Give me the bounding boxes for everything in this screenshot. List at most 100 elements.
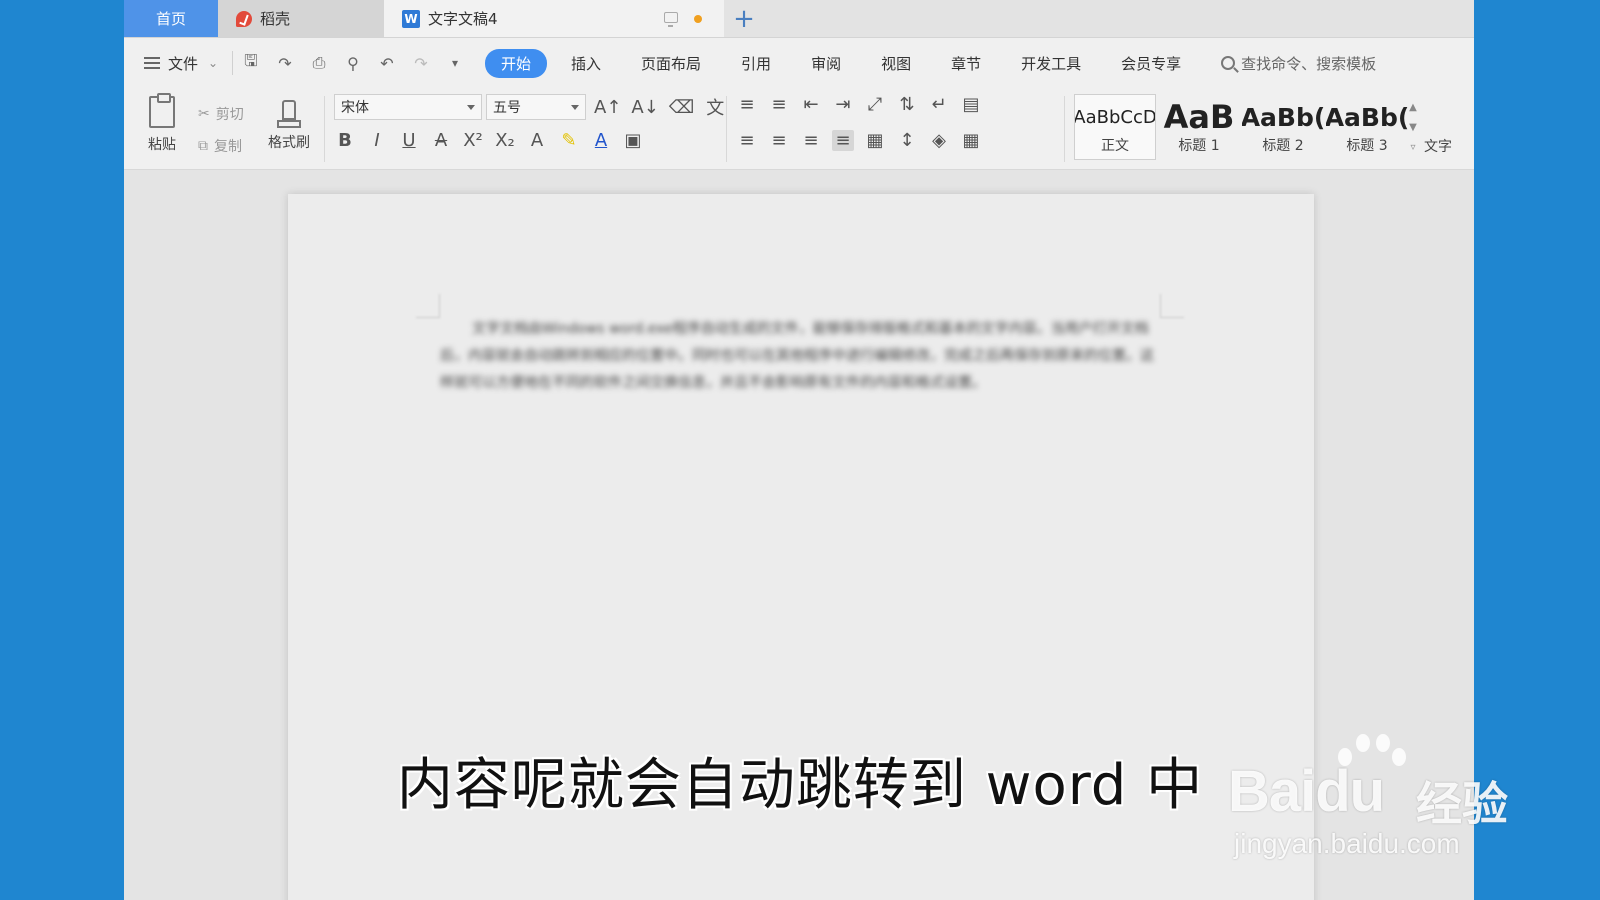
search-placeholder: 查找命令、搜索模板 — [1241, 54, 1377, 73]
command-search[interactable]: 查找命令、搜索模板 — [1221, 53, 1376, 74]
cut-label: 剪切 — [215, 107, 244, 123]
new-tab-button[interactable]: + — [724, 0, 764, 37]
menu-bar: 文件 ⌄ 🖫 ↷ ⎙ ⚲ ↶ ↷ ▾ 开始 插入 页面布局 引用 审阅 视图 章… — [124, 38, 1474, 88]
show-marks-icon[interactable]: ↵ — [928, 94, 950, 115]
chevron-down-icon[interactable]: ▼ — [1406, 118, 1420, 138]
expand-icon[interactable]: ▿ — [1406, 138, 1420, 158]
hamburger-icon — [144, 57, 160, 69]
styles-gallery: AaBbCcD 正文 AaB 标题 1 AaBb( 标题 2 AaBb( 标题 … — [1074, 94, 1408, 160]
print-icon[interactable]: ⎙ — [309, 53, 329, 73]
copy-label: 复制 — [214, 139, 242, 155]
save-icon[interactable]: 🖫 — [241, 50, 261, 77]
increase-font-icon[interactable]: A↑ — [594, 97, 621, 118]
tab-references[interactable]: 引用 — [725, 49, 787, 78]
clear-format-icon[interactable]: ⌫ — [669, 97, 694, 118]
shading-icon[interactable]: ◈ — [928, 130, 950, 151]
tab-review[interactable]: 审阅 — [795, 49, 857, 78]
watermark-logo: Baidu — [1228, 759, 1385, 824]
file-menu-button[interactable]: 文件 ⌄ — [124, 53, 232, 74]
daoke-icon — [236, 10, 252, 27]
styles-scroll[interactable]: ▲ ▼ ▿ — [1406, 98, 1420, 158]
tab-document-label: 文字文稿4 — [428, 10, 498, 28]
undo-icon[interactable]: ↶ — [377, 54, 397, 73]
format-painter-icon-base — [277, 120, 301, 128]
scissors-icon: ✂ — [198, 106, 210, 122]
justify-icon[interactable]: ≡ — [832, 130, 854, 151]
tab-page-layout[interactable]: 页面布局 — [625, 49, 717, 78]
text-effect-icon[interactable]: A — [526, 130, 548, 151]
increase-indent-icon[interactable]: ⇥ — [832, 94, 854, 115]
italic-icon[interactable]: I — [366, 130, 388, 151]
paste-label: 粘贴 — [148, 137, 176, 153]
format-painter-button[interactable]: 格式刷 — [264, 96, 314, 152]
sort-icon[interactable]: ⇅ — [896, 94, 918, 115]
monitor-icon[interactable] — [664, 12, 678, 27]
divider — [324, 96, 325, 162]
tab-home-label: 首页 — [155, 10, 186, 28]
align-left-icon[interactable]: ≡ — [736, 130, 758, 151]
superscript-icon[interactable]: X² — [462, 130, 484, 151]
font-color-icon[interactable]: A — [590, 130, 612, 151]
phonetic-guide-icon[interactable]: 文 — [704, 94, 726, 120]
format-painter-icon — [282, 100, 296, 120]
export-icon[interactable]: ↷ — [275, 54, 295, 73]
align-center-icon[interactable]: ≡ — [768, 130, 790, 151]
distributed-icon[interactable]: ▦ — [864, 130, 886, 151]
style-heading-2[interactable]: AaBb( 标题 2 — [1242, 94, 1324, 160]
style-heading-3[interactable]: AaBb( 标题 3 — [1326, 94, 1408, 160]
format-painter-label: 格式刷 — [268, 135, 310, 151]
style-normal[interactable]: AaBbCcD 正文 — [1074, 94, 1156, 160]
borders-icon[interactable]: ▦ — [960, 130, 982, 151]
baidu-jingyan-watermark: Baidu 经验 jingyan.baidu.com — [1228, 728, 1518, 878]
cut-copy-group: ✂ 剪切 ⧉ 复制 — [198, 98, 244, 162]
cut-button[interactable]: ✂ 剪切 — [198, 98, 244, 130]
unsaved-dot-icon — [694, 15, 702, 23]
copy-button[interactable]: ⧉ 复制 — [198, 130, 244, 162]
table-icon[interactable]: ▤ — [960, 94, 982, 115]
divider — [1064, 96, 1065, 162]
font-size-select[interactable]: 五号 — [486, 94, 586, 120]
style-preview: AaBb( — [1326, 102, 1408, 132]
tab-daoke[interactable]: 稻壳 — [218, 0, 384, 37]
style-heading-1[interactable]: AaB 标题 1 — [1158, 94, 1240, 160]
font-size-value: 五号 — [493, 100, 521, 116]
align-right-icon[interactable]: ≡ — [800, 130, 822, 151]
tab-insert[interactable]: 插入 — [555, 49, 617, 78]
customize-icon[interactable]: ▾ — [445, 56, 465, 70]
style-name: 标题 3 — [1346, 138, 1388, 154]
tab-developer[interactable]: 开发工具 — [1005, 49, 1097, 78]
bold-icon[interactable]: B — [334, 130, 356, 151]
redo-icon[interactable]: ↷ — [411, 54, 431, 73]
tab-section[interactable]: 章节 — [935, 49, 997, 78]
tab-home[interactable]: 首页 — [124, 0, 218, 37]
tab-member[interactable]: 会员专享 — [1105, 49, 1197, 78]
font-name-select[interactable]: 宋体 — [334, 94, 482, 120]
chinese-layout-icon[interactable]: ⤢ — [864, 94, 886, 115]
highlight-icon[interactable]: ✎ — [558, 130, 580, 151]
bullet-list-icon[interactable]: ≡ — [736, 94, 758, 115]
tab-document[interactable]: W 文字文稿4 — [384, 0, 724, 37]
copy-icon: ⧉ — [198, 138, 208, 154]
clipboard-icon — [149, 93, 175, 128]
chevron-up-icon[interactable]: ▲ — [1406, 98, 1420, 118]
decrease-font-icon[interactable]: A↓ — [631, 97, 658, 118]
subscript-icon[interactable]: X₂ — [494, 130, 516, 151]
tab-start[interactable]: 开始 — [485, 48, 548, 78]
char-border-icon[interactable]: ▣ — [622, 130, 644, 151]
print-preview-icon[interactable]: ⚲ — [343, 54, 363, 73]
tab-view[interactable]: 视图 — [865, 49, 927, 78]
document-body-text[interactable]: 文字文档由Windows word.exe程序自动生成的文件，能够保存排版格式和… — [440, 316, 1160, 397]
chevron-down-icon — [467, 105, 475, 110]
style-preview: AaB — [1163, 98, 1235, 136]
line-spacing-icon[interactable]: ↕ — [896, 130, 918, 151]
numbered-list-icon[interactable]: ≡ — [768, 94, 790, 115]
paste-button[interactable]: 粘贴 — [142, 93, 182, 154]
divider — [726, 96, 727, 162]
decrease-indent-icon[interactable]: ⇤ — [800, 94, 822, 115]
strikethrough-icon[interactable]: A — [430, 130, 452, 151]
chevron-down-icon: ⌄ — [208, 56, 219, 70]
margin-marker — [416, 294, 440, 318]
text-tools-label[interactable]: 文字 — [1424, 136, 1452, 156]
underline-icon[interactable]: U — [398, 130, 420, 151]
word-doc-icon: W — [402, 9, 420, 28]
